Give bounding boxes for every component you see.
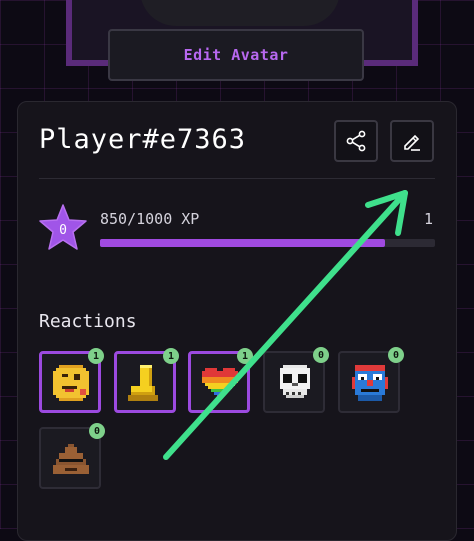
reactions-title: Reactions xyxy=(39,311,137,332)
reaction-count-badge: 1 xyxy=(88,348,104,364)
xp-progress-fill xyxy=(100,239,385,247)
edit-profile-button[interactable] xyxy=(390,120,434,162)
reaction-skull[interactable]: 0 xyxy=(263,347,329,413)
xp-progress-text: 850/1000 XP xyxy=(100,210,200,228)
current-level: 0 xyxy=(59,222,67,238)
skull-icon xyxy=(280,365,310,398)
divider xyxy=(39,178,435,179)
reaction-count-badge: 1 xyxy=(237,348,253,364)
rainbow-heart-icon xyxy=(202,368,238,398)
share-icon xyxy=(346,130,366,152)
reaction-golden-boot[interactable]: 1 xyxy=(114,348,179,413)
clown-robot-icon xyxy=(352,365,388,401)
share-button[interactable] xyxy=(334,120,378,162)
golden-boot-icon xyxy=(128,365,158,401)
xp-progress-bar xyxy=(100,239,435,247)
reaction-winking-face[interactable]: 1 xyxy=(39,348,104,413)
winking-face-icon xyxy=(53,365,89,401)
next-level: 1 xyxy=(424,210,434,228)
reaction-count-badge: 0 xyxy=(89,423,105,439)
reaction-clown-robot[interactable]: 0 xyxy=(338,347,404,413)
reaction-count-badge: 0 xyxy=(313,347,329,363)
edit-avatar-button[interactable]: Edit Avatar xyxy=(108,29,364,81)
poop-sunglasses-icon xyxy=(53,444,89,474)
pencil-icon xyxy=(404,134,420,151)
reaction-count-badge: 0 xyxy=(388,347,404,363)
reaction-rainbow-heart[interactable]: 1 xyxy=(188,348,253,413)
reaction-count-badge: 1 xyxy=(163,348,179,364)
player-name: Player#e7363 xyxy=(39,124,247,155)
reaction-poop-with-sunglasses[interactable]: 0 xyxy=(39,423,105,489)
avatar-preview xyxy=(140,0,340,26)
